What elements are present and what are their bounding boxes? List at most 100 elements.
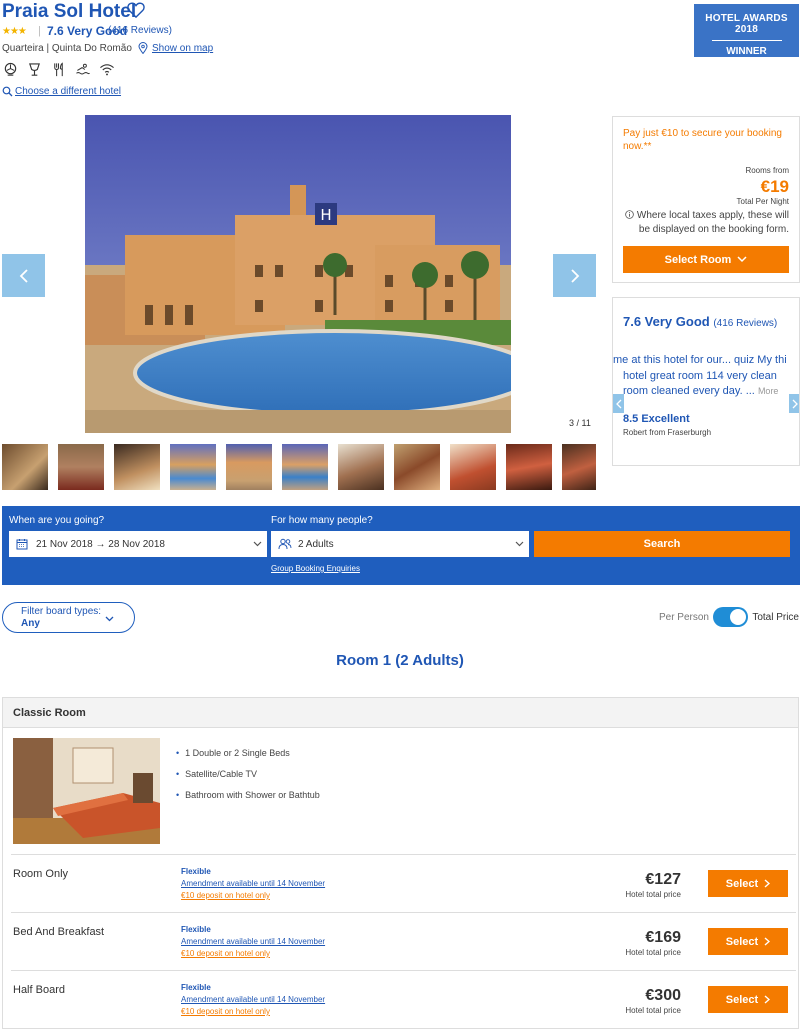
- review-body: hotel great room 114 very clean room cle…: [623, 369, 798, 399]
- rate-flexibility: Flexible: [181, 983, 211, 992]
- room-feature: Bathroom with Shower or Bathtub: [176, 790, 320, 800]
- amendment-link[interactable]: Amendment available until 14 November: [181, 937, 325, 946]
- room-card-header: Classic Room: [3, 698, 798, 728]
- favorite-heart-icon[interactable]: [127, 2, 145, 18]
- rate-name: Bed And Breakfast: [13, 926, 105, 938]
- review-author: Robert from Fraserburgh: [623, 428, 712, 437]
- gallery-thumbnail[interactable]: [170, 444, 216, 490]
- rate-name: Room Only: [13, 868, 69, 880]
- wifi-icon: [98, 61, 115, 78]
- star-rating-icon: ★★★: [2, 26, 27, 37]
- select-rate-button[interactable]: Select: [708, 870, 788, 897]
- rate-divider: [11, 912, 796, 913]
- gallery-thumbnail[interactable]: [562, 444, 596, 490]
- search-button[interactable]: Search: [534, 531, 790, 557]
- gallery-thumbnail[interactable]: [226, 444, 272, 490]
- select-label: Select: [725, 935, 759, 948]
- amendment-link[interactable]: Amendment available until 14 November: [181, 879, 325, 888]
- chevron-right-icon: [764, 937, 771, 946]
- gallery-thumbnail[interactable]: [338, 444, 384, 490]
- info-icon: [625, 210, 634, 219]
- rate-price: €127: [645, 871, 681, 888]
- board-type-filter[interactable]: Filter board types: Any: [2, 602, 135, 633]
- chevron-right-icon: [792, 399, 798, 408]
- per-person-label: Per Person: [658, 612, 709, 623]
- room-photo: [13, 738, 160, 844]
- gallery-thumbnail[interactable]: [2, 444, 48, 490]
- thumbnail-strip[interactable]: [2, 444, 596, 490]
- room-heading: Room 1 (2 Adults): [336, 652, 464, 669]
- review-count: (416 Reviews): [713, 318, 778, 329]
- review-next-button[interactable]: [789, 394, 799, 413]
- gallery-thumbnail[interactable]: [506, 444, 552, 490]
- review-body-text: hotel great room 114 very clean room cle…: [623, 370, 777, 397]
- select-room-label: Select Room: [664, 253, 732, 266]
- restaurant-icon: [50, 61, 67, 78]
- svg-text:H: H: [320, 206, 331, 224]
- gallery-thumbnail[interactable]: [114, 444, 160, 490]
- gallery-thumbnail[interactable]: [58, 444, 104, 490]
- select-rate-button[interactable]: Select: [708, 986, 788, 1013]
- total-price-label: Total Price: [752, 612, 799, 623]
- select-room-button[interactable]: Select Room: [623, 246, 789, 273]
- people-value: 2 Adults: [298, 538, 334, 550]
- show-on-map-link[interactable]: Show on map: [152, 43, 213, 54]
- tax-note: Where local taxes apply, these will be d…: [619, 209, 789, 237]
- rate-divider: [11, 970, 796, 971]
- price-mode-toggle[interactable]: [713, 607, 748, 627]
- room-feature: Satellite/Cable TV: [176, 769, 257, 779]
- hotel-title: Praia Sol Hotel: [2, 1, 137, 22]
- amenities-row: [2, 61, 115, 78]
- review-more-link[interactable]: More: [758, 386, 779, 396]
- tax-note-text: Where local taxes apply, these will be d…: [636, 210, 789, 235]
- award-title: HOTEL AWARDS 2018: [705, 13, 788, 35]
- gallery-thumbnail[interactable]: [282, 444, 328, 490]
- dates-value: 21 Nov 2018 → 28 Nov 2018: [36, 538, 165, 550]
- chevron-right-icon: [570, 268, 579, 283]
- rate-flexibility: Flexible: [181, 925, 211, 934]
- review-rating: 8.5 Excellent: [623, 413, 690, 425]
- deposit-link[interactable]: €10 deposit on hotel only: [181, 949, 270, 958]
- rooms-from-label: Rooms from: [745, 166, 789, 175]
- booking-panel: Pay just €10 to secure your booking now.…: [612, 116, 800, 283]
- gallery-thumbnail[interactable]: [394, 444, 440, 490]
- gallery-thumbnail[interactable]: [450, 444, 496, 490]
- rate-price: €169: [645, 929, 681, 946]
- amendment-link[interactable]: Amendment available until 14 November: [181, 995, 325, 1004]
- reviews-count[interactable]: (416 Reviews): [108, 25, 172, 36]
- select-label: Select: [725, 993, 759, 1006]
- calendar-icon: [16, 539, 28, 550]
- group-booking-link[interactable]: Group Booking Enquiries: [271, 564, 360, 573]
- dates-picker[interactable]: 21 Nov 2018 → 28 Nov 2018: [9, 531, 267, 557]
- review-score[interactable]: 7.6 Very Good (416 Reviews): [623, 314, 777, 329]
- deposit-link[interactable]: €10 deposit on hotel only: [181, 1007, 270, 1016]
- deposit-link[interactable]: €10 deposit on hotel only: [181, 891, 270, 900]
- from-price: €19: [760, 177, 789, 196]
- chevron-down-icon: [105, 616, 114, 622]
- people-selector[interactable]: 2 Adults: [271, 531, 529, 557]
- gallery-prev-button[interactable]: [2, 254, 45, 297]
- chevron-right-icon: [764, 995, 771, 1004]
- gallery-counter: 3 / 11: [566, 417, 594, 429]
- rate-divider: [11, 854, 796, 855]
- people-icon: [278, 538, 292, 550]
- people-label: For how many people?: [271, 515, 373, 526]
- chevron-right-icon: [764, 879, 771, 888]
- select-label: Select: [725, 877, 759, 890]
- rate-price-label: Hotel total price: [625, 1006, 681, 1015]
- dates-label: When are you going?: [9, 515, 105, 526]
- chevron-left-icon: [615, 399, 621, 408]
- gallery-next-button[interactable]: [553, 254, 596, 297]
- room-card: Classic Room 1 Double or 2 Single Beds S…: [2, 697, 799, 1029]
- reviews-panel: 7.6 Very Good (416 Reviews) me at this h…: [612, 297, 800, 466]
- review-prev-button[interactable]: [613, 394, 624, 413]
- search-bar: When are you going? 21 Nov 2018 → 28 Nov…: [2, 506, 800, 585]
- select-rate-button[interactable]: Select: [708, 928, 788, 955]
- aircon-icon: [2, 61, 19, 78]
- bar-icon: [26, 61, 43, 78]
- toggle-knob: [730, 609, 746, 625]
- choose-different-hotel-link[interactable]: Choose a different hotel: [15, 86, 121, 97]
- filter-value: Any: [21, 618, 40, 629]
- review-score-text: 7.6 Very Good: [623, 314, 710, 329]
- room-feature: 1 Double or 2 Single Beds: [176, 748, 290, 758]
